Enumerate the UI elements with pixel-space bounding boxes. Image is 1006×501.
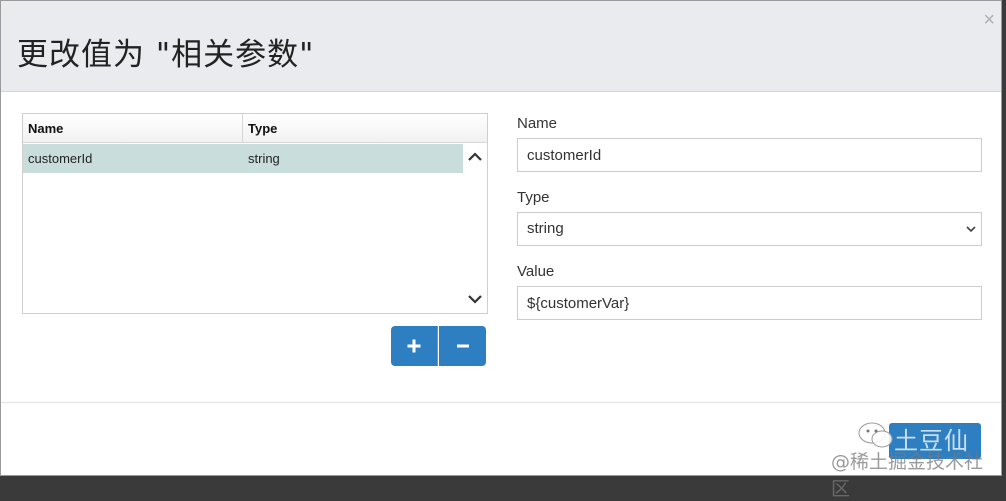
grid-header: Name Type (23, 114, 487, 143)
dialog-title: 更改值为 "相关参数" (17, 37, 315, 73)
type-select[interactable]: string (517, 212, 982, 246)
type-label: Type (517, 189, 550, 206)
name-field[interactable] (517, 138, 982, 172)
close-icon[interactable]: × (983, 9, 995, 32)
minus-icon (456, 344, 469, 348)
type-select-value: string (527, 220, 564, 237)
parameter-grid: Name Type customerId string (22, 113, 488, 314)
watermark-caption: @稀土掘金技术社区 (831, 451, 984, 500)
value-label: Value (517, 263, 555, 280)
row-name-cell: customerId (28, 151, 93, 166)
name-label: Name (517, 115, 558, 132)
remove-row-button[interactable] (439, 326, 486, 366)
column-header-type[interactable]: Type (243, 114, 487, 142)
table-row[interactable]: customerId string (23, 144, 463, 173)
row-type-cell: string (248, 151, 280, 166)
value-field[interactable] (517, 286, 982, 320)
edit-value-dialog: 更改值为 "相关参数" × Name Type customerId strin… (0, 0, 1002, 500)
chevron-down-icon[interactable] (466, 290, 484, 308)
row-action-buttons (391, 326, 486, 366)
column-header-name[interactable]: Name (23, 114, 243, 142)
chevron-up-icon[interactable] (466, 148, 484, 166)
grid-scrollbar[interactable] (463, 144, 487, 313)
dialog-header: 更改值为 "相关参数" × (1, 1, 1001, 92)
add-row-button[interactable] (391, 326, 438, 366)
plus-icon (407, 339, 421, 353)
footer-divider (1, 402, 1001, 403)
chevron-down-icon (966, 226, 976, 233)
